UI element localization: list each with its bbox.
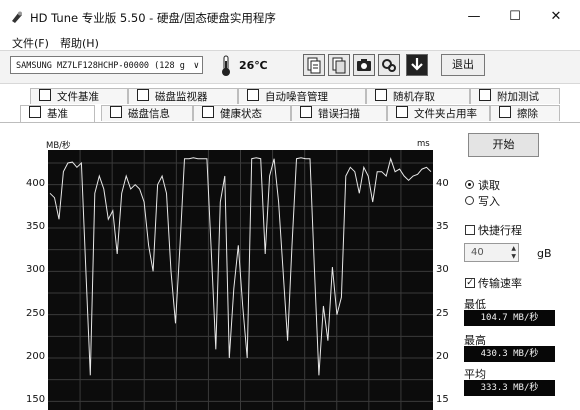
transfer-rate-checkbox[interactable]: ✓ — [465, 278, 475, 288]
exit-button[interactable]: 退出 — [441, 54, 485, 76]
menu-file[interactable]: 文件(F) — [12, 35, 49, 51]
short-stroke-unit: gB — [537, 247, 552, 260]
left-axis-tick: 300 — [26, 264, 46, 276]
tab-aam[interactable]: 自动噪音管理 — [238, 88, 366, 104]
close-button[interactable]: ✕ — [546, 8, 566, 26]
tab-extra-tests[interactable]: 附加测试 — [470, 88, 560, 104]
disk-monitor-icon — [137, 89, 149, 101]
copy-info-button[interactable] — [303, 54, 325, 76]
left-axis-tick: 250 — [26, 307, 46, 319]
write-label: 写入 — [478, 195, 500, 208]
chevron-down-icon: ∨ — [193, 61, 199, 71]
disk-info-icon — [110, 106, 122, 118]
short-stroke-input[interactable]: 40 ▲ ▼ — [464, 243, 519, 262]
copy-text-icon — [332, 57, 346, 74]
tab-random-access[interactable]: 随机存取 — [366, 88, 470, 104]
left-axis-tick: 350 — [26, 221, 46, 232]
menu-help[interactable]: 帮助(H) — [60, 35, 99, 51]
right-axis-tick: 20 — [436, 351, 449, 362]
copy-info-icon — [307, 57, 321, 74]
min-readout: 104.7 MB/秒 — [464, 310, 555, 326]
window-title: HD Tune 专业版 5.50 - 硬盘/固态硬盘实用程序 — [30, 11, 276, 25]
download-icon — [411, 58, 423, 71]
screenshot-button[interactable] — [353, 54, 375, 76]
right-axis-tick: 30 — [436, 264, 449, 276]
health-icon — [202, 106, 214, 118]
right-axis-unit: ms — [417, 139, 430, 149]
read-radio[interactable] — [465, 180, 474, 189]
app-icon — [12, 11, 22, 23]
tab-error-scan[interactable]: 错误扫描 — [291, 105, 387, 121]
right-axis-tick: 40 — [436, 177, 449, 189]
random-access-icon — [375, 89, 387, 101]
file-benchmark-icon — [39, 89, 51, 101]
maximize-button[interactable]: ☐ — [505, 8, 525, 26]
benchmark-icon — [29, 106, 41, 118]
avg-readout: 333.3 MB/秒 — [464, 380, 555, 396]
tab-folder-usage[interactable]: 文件夹占用率 — [387, 105, 490, 121]
camera-icon — [357, 59, 371, 71]
title-bar: HD Tune 专业版 5.50 - 硬盘/固态硬盘实用程序 — ☐ ✕ — [0, 0, 580, 34]
thermometer-icon — [222, 55, 230, 76]
tab-health[interactable]: 健康状态 — [193, 105, 291, 121]
error-scan-icon — [300, 106, 312, 118]
spinner-arrows-icon: ▲ ▼ — [511, 245, 516, 260]
tab-erase[interactable]: 擦除 — [490, 105, 560, 121]
drive-select[interactable]: SAMSUNG MZ7LF128HCHP-00000 (128 g ∨ — [10, 56, 203, 74]
minimize-button[interactable]: — — [464, 8, 484, 26]
folder-usage-icon — [396, 106, 408, 118]
read-label: 读取 — [478, 179, 500, 192]
short-stroke-checkbox[interactable] — [465, 225, 475, 235]
start-button[interactable]: 开始 — [468, 133, 539, 157]
write-radio[interactable] — [465, 196, 474, 205]
options-button[interactable] — [378, 54, 400, 76]
speaker-icon — [247, 89, 259, 101]
left-axis-tick: 400 — [26, 177, 46, 189]
short-stroke-label: 快捷行程 — [478, 224, 522, 237]
extra-tests-icon — [479, 89, 491, 101]
tab-file-benchmark[interactable]: 文件基准 — [30, 88, 128, 104]
right-axis-tick: 25 — [436, 307, 449, 319]
tab-benchmark[interactable]: 基准 — [20, 105, 95, 123]
drive-select-value: SAMSUNG MZ7LF128HCHP-00000 (128 g — [16, 61, 185, 71]
benchmark-chart — [48, 150, 433, 410]
max-readout: 430.3 MB/秒 — [464, 346, 555, 362]
settings-icon — [382, 59, 396, 72]
tab-disk-monitor[interactable]: 磁盘监视器 — [128, 88, 238, 104]
copy-text-button[interactable] — [328, 54, 350, 76]
transfer-rate-label: 传输速率 — [478, 277, 522, 290]
right-axis-tick: 35 — [436, 221, 449, 232]
tab-disk-info[interactable]: 磁盘信息 — [101, 105, 193, 121]
left-axis-tick: 200 — [26, 351, 46, 362]
erase-icon — [499, 106, 511, 118]
save-button[interactable] — [406, 54, 428, 76]
temperature-readout: 26℃ — [239, 59, 268, 72]
